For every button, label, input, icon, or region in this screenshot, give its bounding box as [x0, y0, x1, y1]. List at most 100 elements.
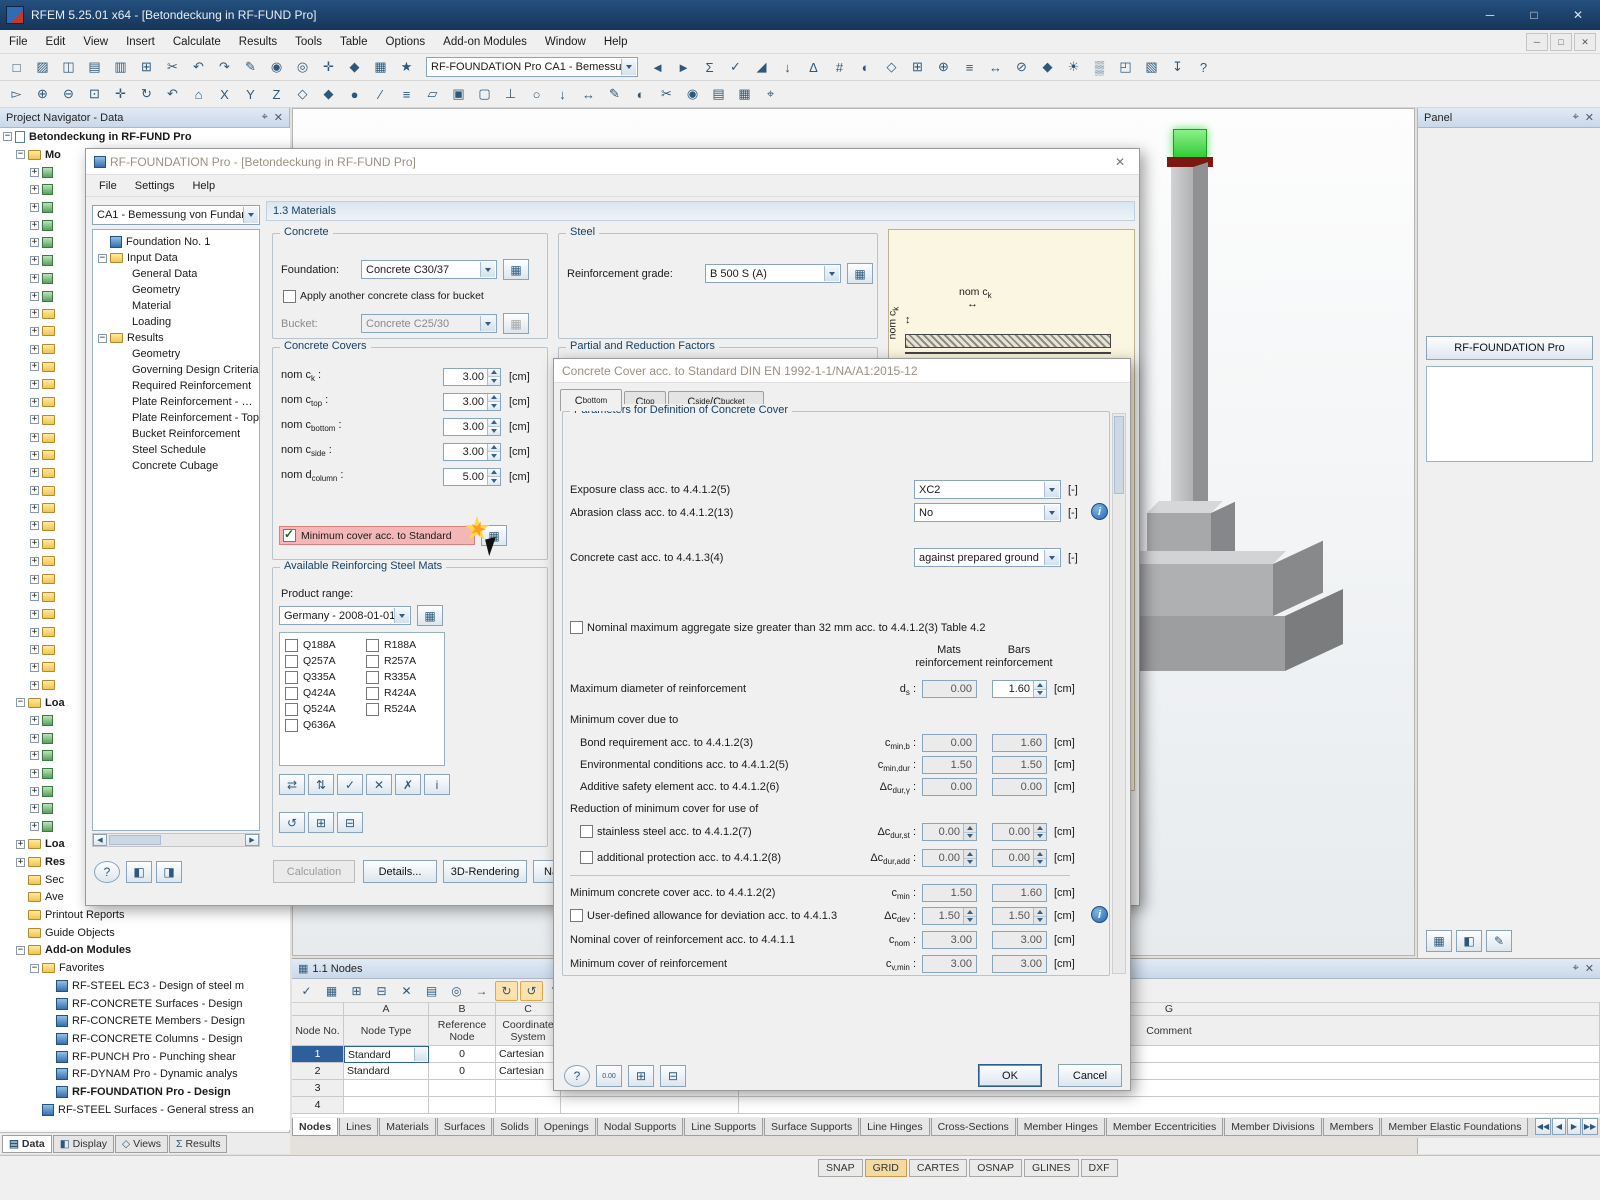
table-tab[interactable]: Lines — [339, 1118, 379, 1136]
table-tab[interactable]: Surface Supports — [764, 1118, 860, 1136]
table-tab[interactable]: Nodal Supports — [596, 1118, 684, 1136]
cover-value-field[interactable]: 3.00 — [443, 367, 501, 386]
node-icon[interactable]: ● — [342, 83, 367, 106]
coordinate-system-cell[interactable] — [496, 1097, 561, 1114]
tree-expander[interactable]: + — [30, 309, 39, 319]
menu-item[interactable]: Help — [595, 30, 637, 53]
pin-icon[interactable]: ⌖ — [1573, 111, 1579, 124]
grid-icon[interactable]: ⊞ — [905, 56, 930, 79]
tree-expander[interactable]: + — [30, 503, 39, 513]
tree-expander[interactable]: − — [16, 698, 25, 708]
tree-expander[interactable]: + — [30, 574, 39, 584]
print-preview-icon[interactable]: ▥ — [108, 56, 133, 79]
last-tab-icon[interactable]: ▶▶ — [1582, 1118, 1598, 1135]
open-file-icon[interactable]: ▨ — [30, 56, 55, 79]
solid-icon[interactable]: ▣ — [446, 83, 471, 106]
tree-expander[interactable]: − — [3, 132, 12, 142]
copy-mats-icon[interactable]: ⊞ — [308, 812, 334, 833]
tree-expander[interactable]: + — [30, 185, 39, 195]
module-tree-row[interactable]: Geometry — [93, 282, 259, 298]
background-icon[interactable]: ▒ — [1087, 56, 1112, 79]
section-icon[interactable]: ⊘ — [1009, 56, 1034, 79]
deviation-checkbox[interactable] — [570, 909, 583, 922]
tree-expander[interactable]: − — [98, 333, 107, 343]
module-tree-row[interactable]: Material — [93, 298, 259, 314]
min-cover-checkbox[interactable] — [283, 527, 296, 542]
tree-expander[interactable]: + — [30, 556, 39, 566]
redo-icon[interactable]: ↷ — [212, 56, 237, 79]
design-case-combo[interactable]: CA1 - Bemessung von Fundame — [92, 205, 260, 225]
surface-icon[interactable]: ▱ — [420, 83, 445, 106]
clear-rows-icon[interactable]: ✕ — [395, 981, 418, 1001]
results-icon[interactable]: ◢ — [749, 56, 774, 79]
mat-checkbox[interactable] — [285, 670, 298, 684]
status-toggle[interactable]: SNAP — [818, 1159, 863, 1177]
search-icon[interactable]: ◎ — [290, 56, 315, 79]
status-toggle[interactable]: DXF — [1080, 1159, 1118, 1177]
snap-icon[interactable]: ⊕ — [931, 56, 956, 79]
module-tree-row[interactable]: Required Reinforcement — [93, 378, 259, 394]
copy-params-button[interactable]: ⊞ — [628, 1065, 654, 1087]
module-tree-row[interactable]: Loading — [93, 314, 259, 330]
panel-module-button[interactable]: RF-FOUNDATION Pro — [1426, 336, 1593, 360]
opening-icon[interactable]: ▢ — [472, 83, 497, 106]
tree-expander[interactable]: − — [16, 150, 25, 160]
reference-node-cell[interactable] — [429, 1097, 496, 1114]
tree-expander[interactable]: + — [30, 238, 39, 248]
table-tab[interactable]: Member Divisions — [1224, 1118, 1322, 1136]
module-tree-row[interactable]: Bucket Reinforcement — [93, 426, 259, 442]
tree-row[interactable]: Guide Objects — [0, 924, 290, 942]
close-button[interactable]: ✕ — [1556, 0, 1600, 30]
paste-params-button[interactable]: ⊟ — [660, 1065, 686, 1087]
cancel-button[interactable]: Cancel — [1058, 1064, 1122, 1087]
select-icon[interactable]: ▻ — [4, 83, 29, 106]
zoom-icon[interactable]: ◉ — [264, 56, 289, 79]
member-icon[interactable]: ≡ — [394, 83, 419, 106]
import-mats-icon[interactable]: ⇄ — [279, 774, 305, 795]
paste-mats-icon[interactable]: ⊟ — [337, 812, 363, 833]
render-icon[interactable]: ◆ — [342, 56, 367, 79]
reinforcement-grade-combo[interactable]: B 500 S (A) — [705, 264, 841, 283]
forward-icon[interactable]: ► — [671, 56, 696, 79]
module-tree-row[interactable]: Concrete Cubage — [93, 458, 259, 474]
previous-view-icon[interactable]: ↶ — [160, 83, 185, 106]
zoom-in-icon[interactable]: ⊕ — [30, 83, 55, 106]
info-icon[interactable]: i — [1091, 906, 1108, 923]
mat-option[interactable]: Q424A — [285, 685, 336, 701]
mat-checkbox[interactable] — [285, 638, 298, 652]
help-button[interactable]: ? — [94, 861, 120, 883]
tree-row[interactable]: RF-FOUNDATION Pro - Design — [0, 1083, 290, 1101]
pin-icon[interactable]: ⌖ — [1573, 962, 1579, 975]
apply-table-icon[interactable]: ✓ — [295, 981, 318, 1001]
tree-expander[interactable]: + — [30, 291, 39, 301]
mat-option[interactable]: R524A — [366, 701, 416, 717]
module-tree-row[interactable]: General Data — [93, 266, 259, 282]
tree-expander[interactable]: + — [30, 645, 39, 655]
save-icon[interactable]: ◫ — [56, 56, 81, 79]
child-minimize-button[interactable]: ─ — [1526, 33, 1548, 51]
help-button[interactable]: ? — [564, 1065, 590, 1087]
tree-row[interactable]: RF-CONCRETE Members - Design — [0, 1012, 290, 1030]
find-cell-icon[interactable]: ◎ — [445, 981, 468, 1001]
table-tab[interactable]: Openings — [536, 1118, 596, 1136]
mat-checkbox[interactable] — [285, 654, 298, 668]
minimize-button[interactable]: ─ — [1468, 0, 1512, 30]
color-scale-icon[interactable]: ▤ — [706, 83, 731, 106]
row-number[interactable]: 2 — [292, 1063, 344, 1080]
rotate-view-icon[interactable]: ↻ — [134, 83, 159, 106]
column-letter[interactable]: A — [344, 1003, 429, 1016]
menu-item[interactable]: Insert — [117, 30, 164, 53]
menu-item[interactable]: Tools — [286, 30, 331, 53]
tree-expander[interactable]: + — [30, 450, 39, 460]
row-number[interactable]: 3 — [292, 1080, 344, 1097]
panel-color-scale-icon[interactable]: ▦ — [1426, 930, 1452, 952]
info-icon[interactable]: i — [1091, 503, 1108, 520]
details-button[interactable]: Details... — [363, 860, 437, 883]
cover-value-field[interactable]: 5.00 — [443, 467, 501, 486]
close-icon[interactable]: ✕ — [1585, 962, 1594, 975]
tree-row[interactable]: RF-DYNAM Pro - Dynamic analys — [0, 1065, 290, 1083]
module-tree-row[interactable]: Geometry — [93, 346, 259, 362]
module-tree-row[interactable]: − Input Data — [93, 250, 259, 266]
reference-node-cell[interactable]: 0 — [429, 1063, 496, 1080]
tree-expander[interactable]: + — [30, 822, 39, 832]
